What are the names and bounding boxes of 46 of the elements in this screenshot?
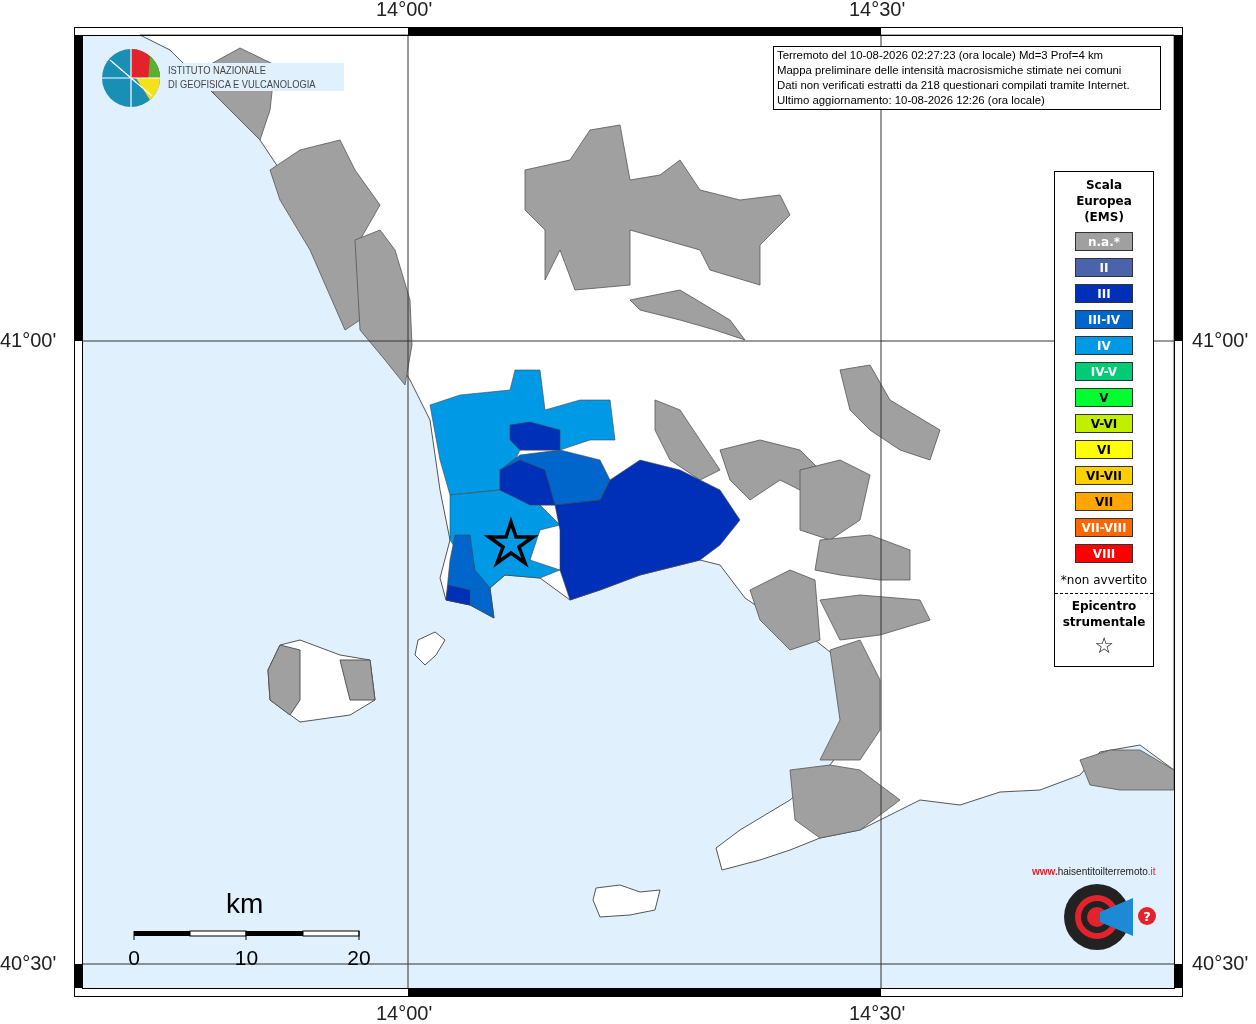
intensity-swatch: VII <box>1075 492 1133 511</box>
badge-text: ? <box>1143 909 1151 924</box>
epicenter-title: strumentale <box>1062 614 1146 630</box>
intensity-swatch: VII-VIII <box>1075 518 1133 537</box>
intensity-swatch: VI-VII <box>1075 466 1133 485</box>
latitude-label: 41°00' <box>0 329 57 352</box>
island-drawing <box>592 884 661 918</box>
site-logo-text: www.haisentitoilterremoto.it <box>1032 866 1156 877</box>
legend-title: (EMS) <box>1084 209 1124 225</box>
intensity-swatch: VIII <box>1075 544 1133 563</box>
longitude-label: 14°30' <box>849 0 906 21</box>
intensity-swatch: IV <box>1075 336 1133 355</box>
latitude-label: 41°00' <box>1192 329 1249 352</box>
info-text: Terremoto del 10-08-2026 02:27:23 (ora locale) Md=3 Prof=4 km <box>777 48 1105 63</box>
longitude-label: 14°00' <box>376 0 433 21</box>
info-text: Ultimo aggiornamento: 10-08-2026 12:26 (ora locale) <box>777 93 1046 108</box>
intensity-swatch: n.a.* <box>1075 232 1133 251</box>
info-text: Mappa preliminare delle intensità macrosismiche stimate nei comuni <box>777 63 1123 78</box>
intensity-swatch: V-VI <box>1075 414 1133 433</box>
intensity-swatch: III-IV <box>1075 310 1133 329</box>
scale-unit: km <box>226 888 264 920</box>
intensity-swatch: VI <box>1075 440 1133 459</box>
longitude-label: 14°30' <box>849 1002 906 1024</box>
legend-note: *non avvertito <box>1060 573 1148 587</box>
badge-circle <box>1138 907 1156 925</box>
scale-label: 20 <box>347 946 371 969</box>
island-drawing <box>414 631 446 666</box>
legend-title: Europea <box>1076 193 1132 209</box>
globe-logo-icon <box>101 48 161 108</box>
scale-label: 10 <box>234 946 259 969</box>
epicenter-title: Epicentro <box>1071 598 1137 614</box>
target-logo-icon <box>1064 884 1133 950</box>
institute-name: ISTITUTO NAZIONALE <box>168 63 267 77</box>
intensity-swatch: II <box>1075 258 1133 277</box>
legend-title: Scala <box>1085 177 1123 193</box>
intensity-swatch: III <box>1075 284 1133 303</box>
longitude-label: 14°00' <box>376 1002 433 1024</box>
institute-name: DI GEOFISICA E VULCANOLOGIA <box>168 77 316 91</box>
intensity-swatch: IV-V <box>1075 362 1133 381</box>
intensity-swatch: V <box>1075 388 1133 407</box>
scale-label: 0 <box>128 946 140 969</box>
latitude-label: 40°30' <box>1192 952 1249 975</box>
epicenter-star-icon <box>483 516 539 568</box>
star-symbol: ☆ <box>1094 634 1114 658</box>
latitude-label: 40°30' <box>0 952 57 975</box>
info-text: Dati non verificati estratti da 218 questionari compilati tramite Internet. <box>777 78 1131 93</box>
